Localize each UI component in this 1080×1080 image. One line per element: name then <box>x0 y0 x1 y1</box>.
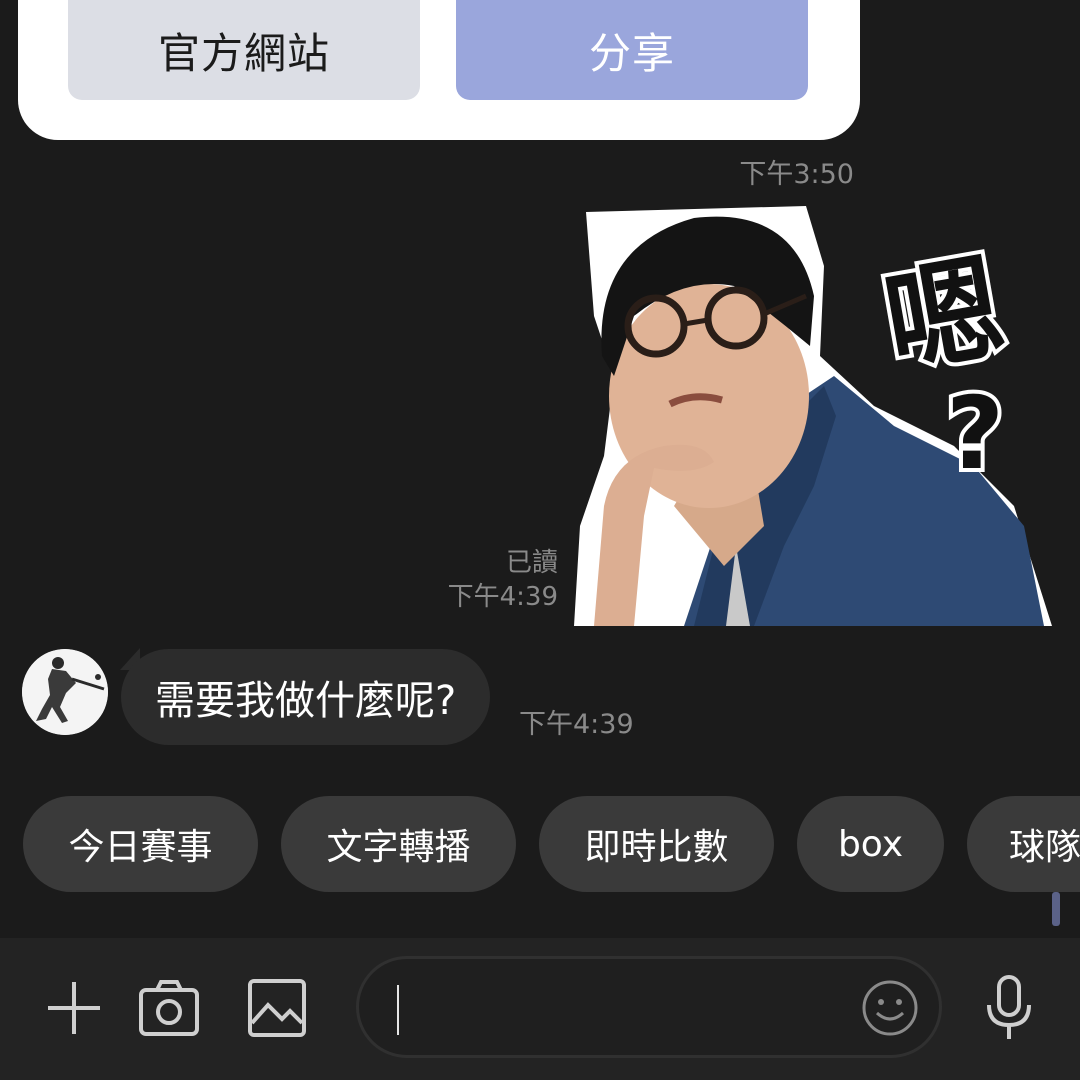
share-button[interactable]: 分享 <box>456 0 808 100</box>
image-icon[interactable] <box>243 974 311 1042</box>
chat-screen: 官方網站 分享 下午3:50 已讀 下午4:39 嗯 ? 需要我做什麼呢? 下午… <box>0 0 1080 1080</box>
quick-reply-chip[interactable]: 即時比數 <box>539 796 774 892</box>
text-cursor <box>397 985 399 1035</box>
plus-icon[interactable] <box>40 974 108 1042</box>
quick-reply-chip[interactable]: 今日賽事 <box>23 796 258 892</box>
quick-reply-chip[interactable]: 文字轉播 <box>281 796 516 892</box>
message-timestamp: 下午4:39 <box>519 709 634 740</box>
sticker-question-mark: ? <box>946 375 1004 492</box>
read-receipt: 已讀 <box>505 548 558 578</box>
bot-avatar[interactable] <box>22 649 108 735</box>
official-site-button[interactable]: 官方網站 <box>68 0 420 100</box>
message-timestamp: 下午4:39 <box>447 582 558 612</box>
quick-reply-bar: 今日賽事 文字轉播 即時比數 box 球隊 <box>0 796 1080 892</box>
microphone-icon[interactable] <box>978 972 1040 1044</box>
sticker-image[interactable]: 嗯 ? <box>574 206 1056 628</box>
scroll-indicator <box>1052 892 1060 926</box>
sticker-status: 已讀 下午4:39 <box>448 546 558 614</box>
baseball-player-icon <box>22 649 108 735</box>
emoji-icon[interactable] <box>861 979 919 1037</box>
message-text: 需要我做什麼呢? <box>155 678 457 724</box>
incoming-message-bubble[interactable]: 需要我做什麼呢? <box>121 649 491 745</box>
message-input-bar <box>0 938 1080 1080</box>
camera-icon[interactable] <box>135 974 203 1042</box>
sticker-text: 嗯 <box>875 240 1013 393</box>
quick-reply-chip[interactable]: box <box>797 796 944 892</box>
message-timestamp: 下午3:50 <box>739 159 854 190</box>
message-input[interactable] <box>356 956 942 1058</box>
quick-reply-chip[interactable]: 球隊 <box>967 796 1080 892</box>
flex-message-card: 官方網站 分享 <box>18 0 860 140</box>
